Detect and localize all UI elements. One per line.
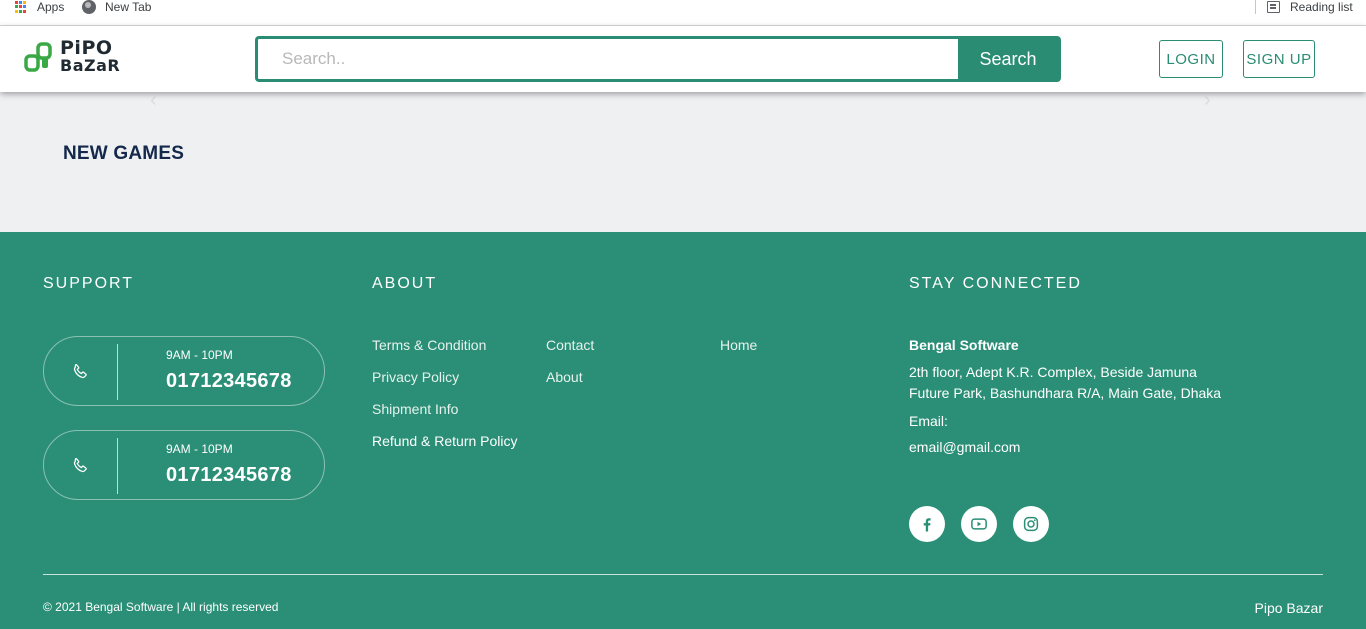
- carousel-next-arrow[interactable]: ›: [1204, 90, 1211, 110]
- about-link[interactable]: About: [546, 369, 583, 385]
- search-button[interactable]: Search: [958, 39, 1058, 79]
- facebook-icon: [923, 518, 931, 532]
- support-hours: 9AM - 10PM: [166, 442, 233, 456]
- newtab-bookmark-label: New Tab: [105, 0, 152, 14]
- search-bar: Search: [255, 36, 1061, 82]
- youtube-icon: [971, 518, 987, 530]
- support-card[interactable]: 9AM - 10PM 01712345678: [43, 430, 325, 500]
- footer-brand: Pipo Bazar: [1254, 600, 1323, 616]
- site-logo[interactable]: PiPO BaZaR: [24, 37, 121, 75]
- bookmarks-divider: [1255, 0, 1256, 14]
- globe-icon: [82, 0, 96, 14]
- shipment-link[interactable]: Shipment Info: [372, 401, 458, 417]
- facebook-button[interactable]: [909, 506, 945, 542]
- support-card-divider: [117, 344, 118, 400]
- support-card-divider: [117, 438, 118, 494]
- support-hours: 9AM - 10PM: [166, 348, 233, 362]
- apps-bookmark-label: Apps: [37, 0, 65, 14]
- newtab-bookmark[interactable]: New Tab: [82, 0, 151, 14]
- site-footer: SUPPORT ABOUT STAY CONNECTED 9AM - 10PM …: [0, 232, 1366, 629]
- support-phone: 01712345678: [166, 464, 292, 486]
- about-title: ABOUT: [372, 275, 438, 292]
- company-address: 2th floor, Adept K.R. Complex, Beside Ja…: [909, 364, 1222, 401]
- privacy-link[interactable]: Privacy Policy: [372, 369, 459, 385]
- search-input[interactable]: [258, 39, 958, 79]
- phone-icon: [73, 458, 87, 473]
- stay-connected-title: STAY CONNECTED: [909, 275, 1082, 292]
- logo-line-1: PiPO: [60, 37, 113, 59]
- phone-icon: [73, 364, 87, 379]
- reading-list-icon: [1267, 1, 1280, 13]
- support-card[interactable]: 9AM - 10PM 01712345678: [43, 336, 325, 406]
- copyright-text: © 2021 Bengal Software | All rights rese…: [43, 600, 279, 614]
- reading-list-button[interactable]: Reading list: [1267, 0, 1353, 14]
- footer-divider: [43, 574, 1323, 575]
- terms-link[interactable]: Terms & Condition: [372, 337, 486, 353]
- home-link[interactable]: Home: [720, 337, 757, 353]
- new-games-heading: NEW GAMES: [63, 143, 185, 164]
- apps-bookmark[interactable]: Apps: [15, 0, 64, 14]
- support-title: SUPPORT: [43, 275, 135, 292]
- email-label: Email:: [909, 413, 948, 429]
- email-address[interactable]: email@gmail.com: [909, 439, 1020, 455]
- refund-link[interactable]: Refund & Return Policy: [372, 433, 518, 449]
- reading-list-label: Reading list: [1290, 0, 1353, 14]
- company-name: Bengal Software: [909, 337, 1019, 353]
- pipo-logo-icon: [24, 42, 52, 72]
- contact-link[interactable]: Contact: [546, 337, 594, 353]
- login-button[interactable]: LOGIN: [1159, 40, 1223, 78]
- logo-line-2: BaZaR: [60, 56, 121, 75]
- apps-grid-icon: [15, 1, 27, 13]
- instagram-icon: [1023, 516, 1039, 532]
- site-header: PiPO BaZaR Search LOGIN SIGN UP: [0, 26, 1366, 92]
- carousel-prev-arrow[interactable]: ‹: [150, 90, 157, 110]
- instagram-button[interactable]: [1013, 506, 1049, 542]
- signup-button[interactable]: SIGN UP: [1243, 40, 1315, 78]
- support-phone: 01712345678: [166, 370, 292, 392]
- bookmarks-bar: Apps New Tab Reading list: [0, 0, 1366, 26]
- youtube-button[interactable]: [961, 506, 997, 542]
- logo-wordmark: PiPO BaZaR: [60, 37, 121, 75]
